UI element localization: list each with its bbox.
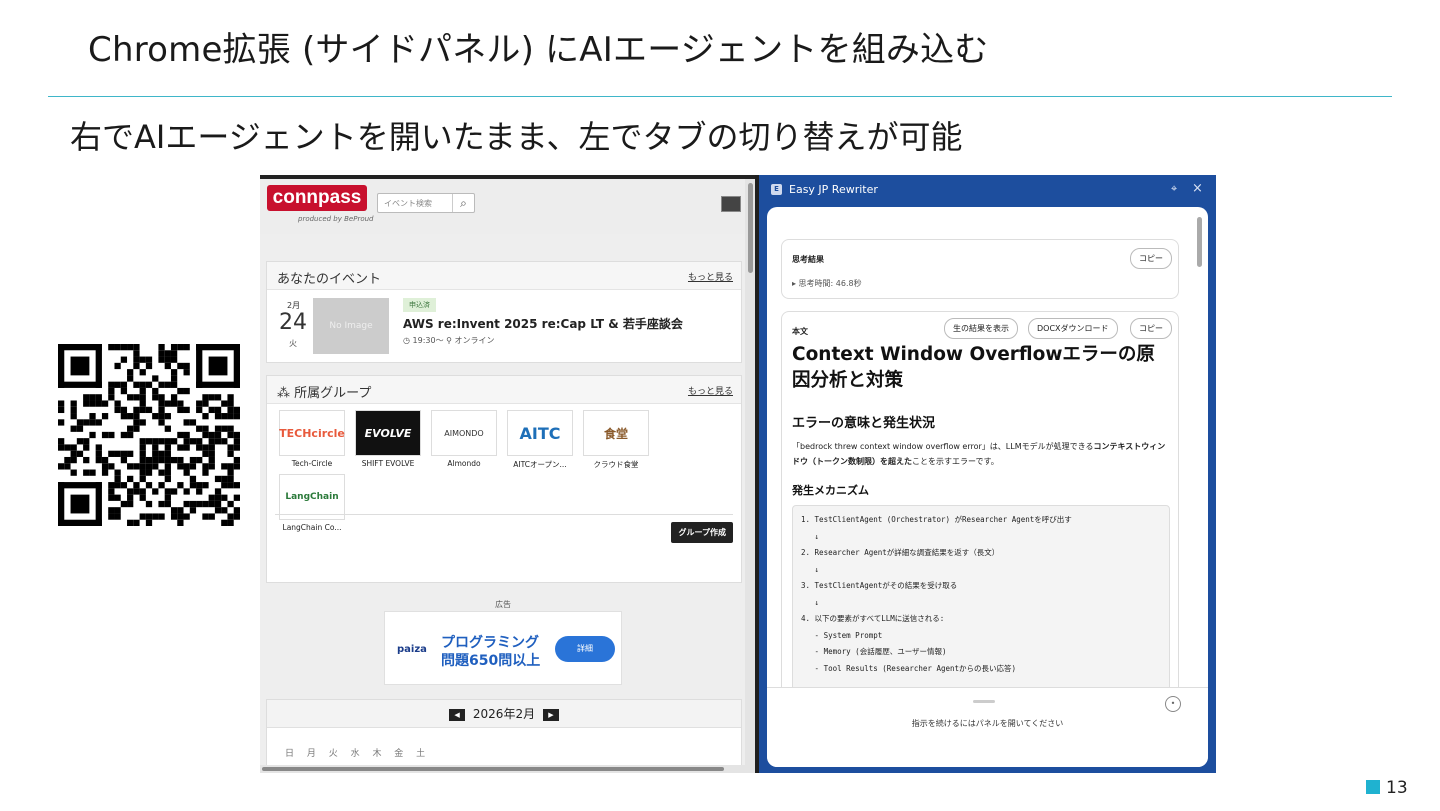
- copy-button[interactable]: コピー: [1130, 248, 1172, 269]
- ad-brand: paiza: [397, 644, 427, 655]
- body-label: 本文: [792, 327, 808, 336]
- group-logo: AIMONDO: [431, 410, 497, 456]
- info-icon[interactable]: •: [1165, 696, 1181, 712]
- horizontal-scrollbar[interactable]: [260, 765, 755, 773]
- browser-screenshot: connpass produced by BeProud イベント検索 ⌕ あな…: [260, 175, 1216, 773]
- doc-subheading-mechanism: 発生メカニズム: [792, 484, 869, 497]
- groups-title: ⁂ 所属グループ: [277, 382, 371, 401]
- groups-header: ⁂ 所属グループ もっと見る: [267, 376, 741, 404]
- scrollbar-thumb[interactable]: [748, 183, 753, 273]
- page-number-text: 13: [1386, 778, 1408, 798]
- docx-download-button[interactable]: DOCXダウンロード: [1028, 318, 1118, 339]
- ad-text: プログラミング問題650問以上: [441, 635, 541, 669]
- thinking-result-box: 思考結果 コピー ▸ 思考時間: 46.8秒: [781, 239, 1179, 299]
- next-month-icon[interactable]: ▶: [542, 708, 559, 721]
- side-panel-content: 思考結果 コピー ▸ 思考時間: 46.8秒 本文 生の結果を表示 DOCXダウ…: [767, 207, 1208, 767]
- drag-handle[interactable]: [973, 700, 995, 703]
- group-name: AITCオープン...: [513, 460, 567, 469]
- copy-button[interactable]: コピー: [1130, 318, 1172, 339]
- event-location: オンライン: [454, 336, 495, 345]
- event-day: 24: [279, 310, 307, 335]
- group-logo: AITC: [507, 410, 573, 456]
- doc-paragraph-text: 「bedrock threw context window overflow e…: [792, 442, 1094, 451]
- your-events-header: あなたのイベント もっと見る: [267, 262, 741, 290]
- group-almondo[interactable]: AIMONDO Almondo: [429, 410, 499, 468]
- search-icon[interactable]: ⌕: [452, 194, 474, 212]
- group-shift-evolve[interactable]: EVOLVE SHIFT EVOLVE: [353, 410, 423, 468]
- extension-icon: E: [771, 184, 782, 195]
- groups-card: ⁂ 所属グループ もっと見る TECHcircle Tech-Circle EV…: [266, 375, 742, 583]
- clock-icon: ◷: [403, 336, 410, 345]
- ad-banner[interactable]: paiza プログラミング問題650問以上 詳細: [384, 611, 622, 685]
- your-events-more-link[interactable]: もっと見る: [688, 270, 733, 283]
- connpass-header: connpass produced by BeProud イベント検索 ⌕: [260, 179, 755, 234]
- vertical-scrollbar[interactable]: [745, 179, 755, 773]
- doc-paragraph: 「bedrock threw context window overflow e…: [792, 439, 1172, 469]
- doc-heading: Context Window Overflowエラーの原因分析と対策: [792, 344, 1155, 391]
- divider: [275, 514, 733, 515]
- slide-title: Chrome拡張 (サイドパネル) にAIエージェントを組み込む: [88, 30, 989, 70]
- event-title-link[interactable]: AWS re:Invent 2025 re:Cap LT & 若手座談会: [403, 315, 683, 332]
- group-logo: TECHcircle: [279, 410, 345, 456]
- group-name: Tech-Circle: [291, 459, 333, 468]
- group-icon: ⁂: [277, 386, 290, 401]
- calendar-header: ◀ 2026年2月 ▶: [267, 700, 741, 728]
- ad-detail-button[interactable]: 詳細: [555, 636, 615, 662]
- status-badge: 申込済: [403, 298, 436, 312]
- group-langchain[interactable]: LangChain LangChain Co...: [277, 474, 347, 532]
- groups-title-label: 所属グループ: [294, 386, 372, 401]
- calendar-month: 2026年2月: [472, 707, 536, 721]
- produced-by: produced by BeProud: [298, 215, 374, 223]
- your-events-title: あなたのイベント: [277, 272, 382, 287]
- thinking-time-toggle[interactable]: ▸ 思考時間: 46.8秒: [792, 278, 862, 289]
- side-panel-title: Easy JP Rewriter: [789, 183, 878, 196]
- qr-code-icon: [58, 344, 240, 526]
- group-aitc[interactable]: AITC AITCオープン...: [505, 410, 575, 470]
- calendar-weekdays: 日 月 火 水 木 金 土: [285, 749, 426, 759]
- scrollbar-thumb[interactable]: [262, 767, 724, 771]
- footer-prompt: 指示を続けるにはパネルを開いてください: [911, 719, 1064, 728]
- slide-subtitle: 右でAIエージェントを開いたまま、左でタブの切り替えが可能: [70, 118, 963, 156]
- event-search-input[interactable]: イベント検索 ⌕: [377, 193, 475, 213]
- group-name: SHIFT EVOLVE: [361, 459, 415, 468]
- group-logo: EVOLVE: [355, 410, 421, 456]
- side-panel-footer[interactable]: • 指示を続けるにはパネルを開いてください: [767, 687, 1208, 767]
- unpin-icon[interactable]: ⌖: [1171, 182, 1177, 196]
- scrollbar-thumb[interactable]: [1197, 217, 1202, 267]
- side-panel: E Easy JP Rewriter ⌖ × 思考結果 コピー ▸ 思考時間: …: [759, 175, 1216, 773]
- event-image[interactable]: No Image: [313, 298, 389, 354]
- avatar[interactable]: [721, 196, 741, 212]
- groups-more-link[interactable]: もっと見る: [688, 384, 733, 397]
- location-pin-icon: ⚲: [446, 336, 452, 345]
- group-tech-circle[interactable]: TECHcircle Tech-Circle: [277, 410, 347, 468]
- page-marker-icon: [1366, 780, 1380, 794]
- prev-month-icon[interactable]: ◀: [449, 708, 466, 721]
- title-divider: [48, 96, 1392, 97]
- create-group-button[interactable]: グループ作成: [671, 522, 733, 543]
- group-cloud-shokudo[interactable]: 食堂 クラウド食堂: [581, 410, 651, 470]
- close-icon[interactable]: ×: [1192, 181, 1203, 196]
- your-events-card: あなたのイベント もっと見る 2月 24 火 No Image 申込済 AWS …: [266, 261, 742, 363]
- side-panel-header: E Easy JP Rewriter ⌖ ×: [759, 175, 1216, 205]
- page-number: 13: [1366, 778, 1408, 798]
- event-time: 19:30〜: [412, 336, 444, 345]
- show-raw-button[interactable]: 生の結果を表示: [944, 318, 1018, 339]
- group-logo: 食堂: [583, 410, 649, 456]
- event-weekday: 火: [289, 339, 297, 348]
- event-meta: ◷ 19:30〜 ⚲ オンライン: [403, 335, 495, 346]
- group-name: Almondo: [447, 459, 481, 468]
- thinking-result-label: 思考結果: [792, 255, 824, 264]
- code-block: 1. TestClientAgent (Orchestrator) がResea…: [792, 505, 1170, 691]
- search-placeholder: イベント検索: [384, 199, 432, 208]
- body-box: 本文 生の結果を表示 DOCXダウンロード コピー Context Window…: [781, 311, 1179, 711]
- calendar: ◀ 2026年2月 ▶ 日 月 火 水 木 金 土: [266, 699, 742, 773]
- group-name: クラウド食堂: [593, 460, 639, 469]
- connpass-logo[interactable]: connpass: [267, 185, 367, 211]
- ad-label: 広告: [495, 600, 511, 609]
- doc-subheading: エラーの意味と発生状況: [792, 416, 936, 431]
- connpass-page: connpass produced by BeProud イベント検索 ⌕ あな…: [260, 175, 755, 773]
- doc-paragraph-tail: ことを示すエラーです。: [912, 457, 999, 466]
- group-name: LangChain Co...: [282, 523, 342, 532]
